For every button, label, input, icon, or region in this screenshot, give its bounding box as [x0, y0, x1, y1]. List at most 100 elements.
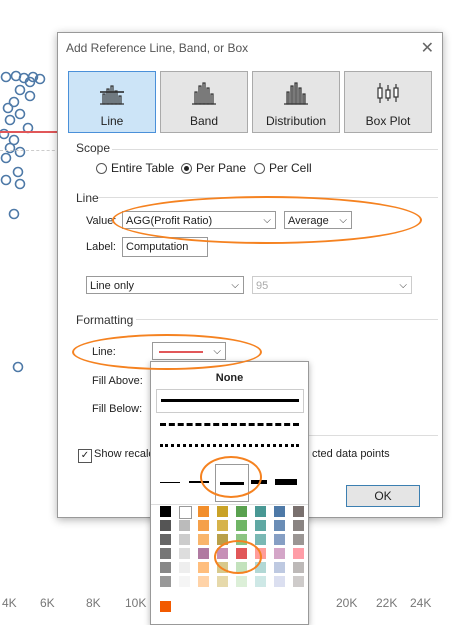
line-type-select[interactable]: Line only ⌵ — [86, 276, 244, 294]
highlight-label: cted data points — [312, 448, 390, 460]
color-swatch[interactable] — [255, 576, 266, 587]
line-weight-selected[interactable] — [215, 464, 249, 502]
color-swatch[interactable] — [274, 548, 285, 559]
color-swatch[interactable] — [217, 534, 228, 545]
fill-above-label: Fill Above: — [92, 375, 143, 387]
color-swatch[interactable] — [293, 520, 304, 531]
type-line-button[interactable]: Line — [68, 71, 156, 133]
color-swatch[interactable] — [198, 506, 209, 517]
chevron-down-icon: ⌵ — [231, 280, 239, 291]
none-option[interactable]: None — [151, 372, 308, 384]
close-icon[interactable]: ✕ — [421, 38, 434, 58]
color-swatch[interactable] — [160, 534, 171, 545]
color-swatch[interactable] — [274, 562, 285, 573]
color-swatch[interactable] — [255, 534, 266, 545]
gridline — [0, 150, 60, 151]
color-swatch[interactable] — [217, 576, 228, 587]
color-swatch[interactable] — [160, 576, 171, 587]
show-recalc-label: Show recalc — [94, 448, 154, 460]
scope-entire-table-radio[interactable]: Entire Table — [96, 161, 174, 175]
color-swatch[interactable] — [198, 520, 209, 531]
color-swatch[interactable] — [198, 534, 209, 545]
ok-button[interactable]: OK — [346, 485, 420, 507]
color-swatch[interactable] — [179, 548, 190, 559]
color-swatch[interactable] — [179, 562, 190, 573]
line-style-popup: None — [150, 361, 309, 625]
radio-selected-icon — [181, 162, 192, 174]
color-swatch[interactable] — [217, 506, 228, 517]
color-swatch[interactable] — [293, 562, 304, 573]
line-weight-heaviest[interactable] — [275, 479, 297, 485]
x-tick: 10K — [125, 596, 147, 610]
selected-color-swatch[interactable] — [234, 546, 249, 561]
distribution-chart-icon — [284, 82, 308, 105]
scope-title: Scope — [76, 141, 111, 155]
box-plot-icon — [377, 83, 399, 103]
color-swatch[interactable] — [236, 562, 247, 573]
divider — [308, 435, 438, 436]
aggregation-select[interactable]: Average ⌵ — [284, 211, 352, 229]
line-format-select[interactable]: ⌵ — [152, 342, 226, 360]
show-recalc-checkbox[interactable]: ✓ — [78, 449, 92, 463]
color-swatch[interactable] — [274, 576, 285, 587]
x-tick: 6K — [40, 596, 55, 610]
color-swatch[interactable] — [274, 506, 285, 517]
color-swatch[interactable] — [179, 534, 190, 545]
color-swatch[interactable] — [293, 548, 304, 559]
scope-per-pane-radio[interactable]: Per Pane — [181, 161, 246, 175]
divider — [151, 504, 308, 505]
type-boxplot-button[interactable]: Box Plot — [344, 71, 432, 133]
line-style-dotted[interactable] — [160, 444, 299, 447]
type-distribution-button[interactable]: Distribution — [252, 71, 340, 133]
type-band-button[interactable]: Band — [160, 71, 248, 133]
x-tick: 24K — [410, 596, 432, 610]
color-swatch[interactable] — [198, 576, 209, 587]
color-swatch[interactable] — [179, 506, 192, 519]
color-swatch[interactable] — [160, 562, 171, 573]
value-field-select[interactable]: AGG(Profit Ratio) ⌵ — [122, 211, 276, 229]
color-swatch[interactable] — [293, 576, 304, 587]
color-swatch[interactable] — [236, 520, 247, 531]
color-swatch[interactable] — [255, 520, 266, 531]
color-swatch[interactable] — [236, 576, 247, 587]
line-style-dashed[interactable] — [160, 423, 299, 426]
color-swatch[interactable] — [179, 576, 190, 587]
color-swatch[interactable] — [217, 520, 228, 531]
chevron-down-icon: ⌵ — [339, 215, 347, 226]
reference-line-preview — [0, 131, 60, 133]
color-swatch[interactable] — [198, 548, 209, 559]
fill-below-label: Fill Below: — [92, 403, 143, 415]
color-swatch[interactable] — [217, 548, 228, 559]
chevron-down-icon: ⌵ — [213, 346, 221, 357]
color-swatch[interactable] — [293, 506, 304, 517]
scatter-markers — [0, 70, 46, 220]
color-swatch[interactable] — [236, 506, 247, 517]
color-swatch[interactable] — [160, 506, 171, 517]
color-swatch[interactable] — [160, 548, 171, 559]
custom-color-swatch[interactable] — [160, 601, 171, 612]
color-swatch[interactable] — [160, 520, 171, 531]
color-swatch[interactable] — [255, 506, 266, 517]
color-swatch[interactable] — [179, 520, 190, 531]
color-swatch[interactable] — [274, 520, 285, 531]
line-style-solid[interactable] — [156, 389, 304, 413]
scope-per-cell-radio[interactable]: Per Cell — [254, 161, 312, 175]
label-type-input[interactable]: Computation — [122, 237, 208, 257]
color-swatch[interactable] — [217, 562, 228, 573]
x-tick: 8K — [86, 596, 101, 610]
color-swatch[interactable] — [255, 562, 266, 573]
color-swatch[interactable] — [255, 548, 266, 559]
line-weight-thin[interactable] — [160, 482, 180, 483]
type-boxplot-label: Box Plot — [365, 114, 411, 128]
scatter-marker-lower — [12, 361, 24, 373]
formatting-title: Formatting — [76, 313, 134, 327]
aggregation-text: Average — [288, 215, 329, 227]
radio-label: Per Pane — [196, 161, 247, 175]
color-swatch[interactable] — [274, 534, 285, 545]
color-swatch[interactable] — [198, 562, 209, 573]
radio-label: Per Cell — [269, 161, 312, 175]
color-swatch[interactable] — [293, 534, 304, 545]
color-swatch[interactable] — [236, 534, 247, 545]
line-weight-medium[interactable] — [189, 481, 209, 483]
line-weight-heavy[interactable] — [251, 480, 267, 484]
